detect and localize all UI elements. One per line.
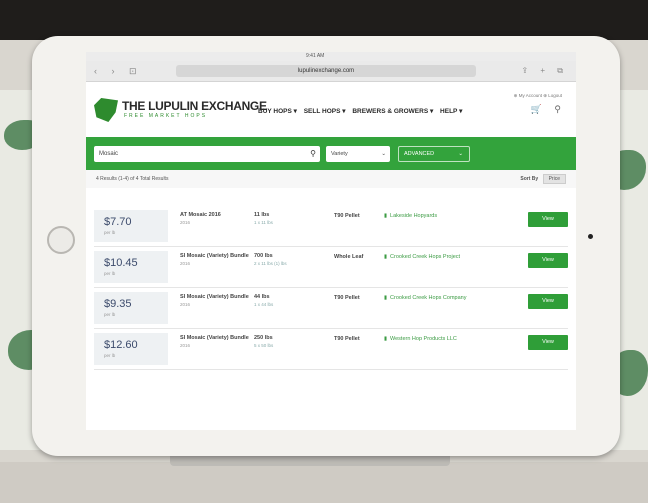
listing-price: $12.60 xyxy=(104,339,138,351)
listing-variety[interactable]: SI Mosaic (Variety) Bundle 2016 xyxy=(180,253,252,267)
photo-background-top xyxy=(0,0,648,40)
logo-tagline: FREE MARKET HOPS xyxy=(124,113,208,119)
price-box: $10.45 per lb xyxy=(94,251,168,283)
listing-seller[interactable]: ▮ Lakeside Hopyards xyxy=(384,212,504,220)
listing-row: $7.70 per lb AT Mosaic 2016 2016 11 lbs 1 … xyxy=(94,206,568,247)
listing-seller[interactable]: ▮ Western Hop Products LLC xyxy=(384,335,504,343)
browser-action-icons[interactable]: ⇪ + ⧉ xyxy=(521,66,568,76)
nav-sell-hops[interactable]: SELL HOPS ▾ xyxy=(304,108,346,115)
hop-logo-icon xyxy=(94,98,118,122)
listing-form: T90 Pellet xyxy=(334,213,360,219)
listing-quantity: 700 lbs 2 x 11 lbs (1) lbs xyxy=(254,253,287,266)
listing-unit: per lb xyxy=(104,271,116,276)
view-button[interactable]: View xyxy=(528,253,568,268)
browser-toolbar: ‹ › ⊡ lupulinexchange.com ⇪ + ⧉ xyxy=(86,61,576,82)
listing-price: $9.35 xyxy=(104,298,132,310)
listing-quantity: 250 lbs 5 x 50 lbs xyxy=(254,335,274,348)
sort-control: Sort By Price xyxy=(520,174,566,184)
listing-variety[interactable]: SI Mosaic (Variety) Bundle 2016 xyxy=(180,294,252,308)
home-button[interactable] xyxy=(47,226,75,254)
site-header: THE LUPULIN EXCHANGE FREE MARKET HOPS BU… xyxy=(86,82,576,137)
listing-unit: per lb xyxy=(104,312,116,317)
status-bar: 9:41 AM xyxy=(86,52,576,61)
listing-quantity: 11 lbs 1 x 11 lbs xyxy=(254,212,273,225)
advanced-label: ADVANCED xyxy=(404,151,435,157)
browser-nav-icons[interactable]: ‹ › ⊡ xyxy=(94,66,143,77)
listing-row: $12.60 per lb SI Mosaic (Variety) Bundle… xyxy=(94,329,568,370)
listing-unit: per lb xyxy=(104,230,116,235)
price-box: $9.35 per lb xyxy=(94,292,168,324)
listing-seller[interactable]: ▮ Crooked Creek Hops Project xyxy=(384,253,504,261)
search-input-value: Mosaic xyxy=(99,151,119,157)
seller-icon: ▮ xyxy=(384,295,388,301)
site-logo[interactable]: THE LUPULIN EXCHANGE FREE MARKET HOPS xyxy=(94,98,267,124)
seller-icon: ▮ xyxy=(384,213,388,219)
sort-label: Sort By xyxy=(520,176,539,182)
search-icon[interactable]: ⚲ xyxy=(310,146,316,162)
address-bar[interactable]: lupulinexchange.com xyxy=(176,65,476,77)
account-links[interactable]: ⊕ My Account ⊕ Logout xyxy=(514,93,562,99)
listing-price: $10.45 xyxy=(104,257,138,269)
view-button[interactable]: View xyxy=(528,294,568,309)
listing-form: T90 Pellet xyxy=(334,336,360,342)
search-type-select[interactable]: Variety ⌄ xyxy=(326,146,390,162)
nav-help[interactable]: HELP ▾ xyxy=(440,108,462,115)
listing-price: $7.70 xyxy=(104,216,132,228)
listing-variety[interactable]: AT Mosaic 2016 2016 xyxy=(180,212,252,226)
listing-variety[interactable]: SI Mosaic (Variety) Bundle 2016 xyxy=(180,335,252,349)
listing-seller[interactable]: ▮ Crooked Creek Hops Company xyxy=(384,294,504,302)
search-bar: Mosaic ⚲ Variety ⌄ ADVANCED ⌄ xyxy=(86,137,576,170)
price-box: $7.70 per lb xyxy=(94,210,168,242)
sort-select[interactable]: Price xyxy=(542,174,566,184)
search-input[interactable]: Mosaic ⚲ xyxy=(94,146,320,162)
listing-row: $9.35 per lb SI Mosaic (Variety) Bundle 2… xyxy=(94,288,568,329)
tablet-camera xyxy=(588,234,593,239)
results-summary: 4 Results (1-4) of 4 Total Results xyxy=(96,176,169,182)
seller-icon: ▮ xyxy=(384,336,388,342)
seller-icon: ▮ xyxy=(384,254,388,260)
chevron-down-icon: ⌄ xyxy=(458,151,463,157)
listing-form: Whole Leaf xyxy=(334,254,364,260)
logo-name: THE LUPULIN EXCHANGE xyxy=(122,99,267,113)
advanced-search-button[interactable]: ADVANCED ⌄ xyxy=(398,146,470,162)
cart-and-user-icons[interactable]: 🛒 ⚲ xyxy=(531,104,566,115)
listing-quantity: 44 lbs 1 x 44 lbs xyxy=(254,294,274,307)
listing-form: T90 Pellet xyxy=(334,295,360,301)
results-meta: 4 Results (1-4) of 4 Total Results Sort … xyxy=(86,170,576,188)
price-box: $12.60 per lb xyxy=(94,333,168,365)
search-type-value: Variety xyxy=(331,151,348,157)
nav-brewers-growers[interactable]: BREWERS & GROWERS ▾ xyxy=(352,108,433,115)
chevron-down-icon: ⌄ xyxy=(381,151,386,157)
nav-buy-hops[interactable]: BUY HOPS ▾ xyxy=(258,108,297,115)
listing-list: $7.70 per lb AT Mosaic 2016 2016 11 lbs 1 … xyxy=(94,206,568,370)
listing-row: $10.45 per lb SI Mosaic (Variety) Bundle… xyxy=(94,247,568,288)
view-button[interactable]: View xyxy=(528,335,568,350)
table-surface xyxy=(0,462,648,503)
view-button[interactable]: View xyxy=(528,212,568,227)
status-time: 9:41 AM xyxy=(306,53,325,59)
main-nav: BUY HOPS ▾ SELL HOPS ▾ BREWERS & GROWERS… xyxy=(258,107,467,115)
listing-unit: per lb xyxy=(104,353,116,358)
